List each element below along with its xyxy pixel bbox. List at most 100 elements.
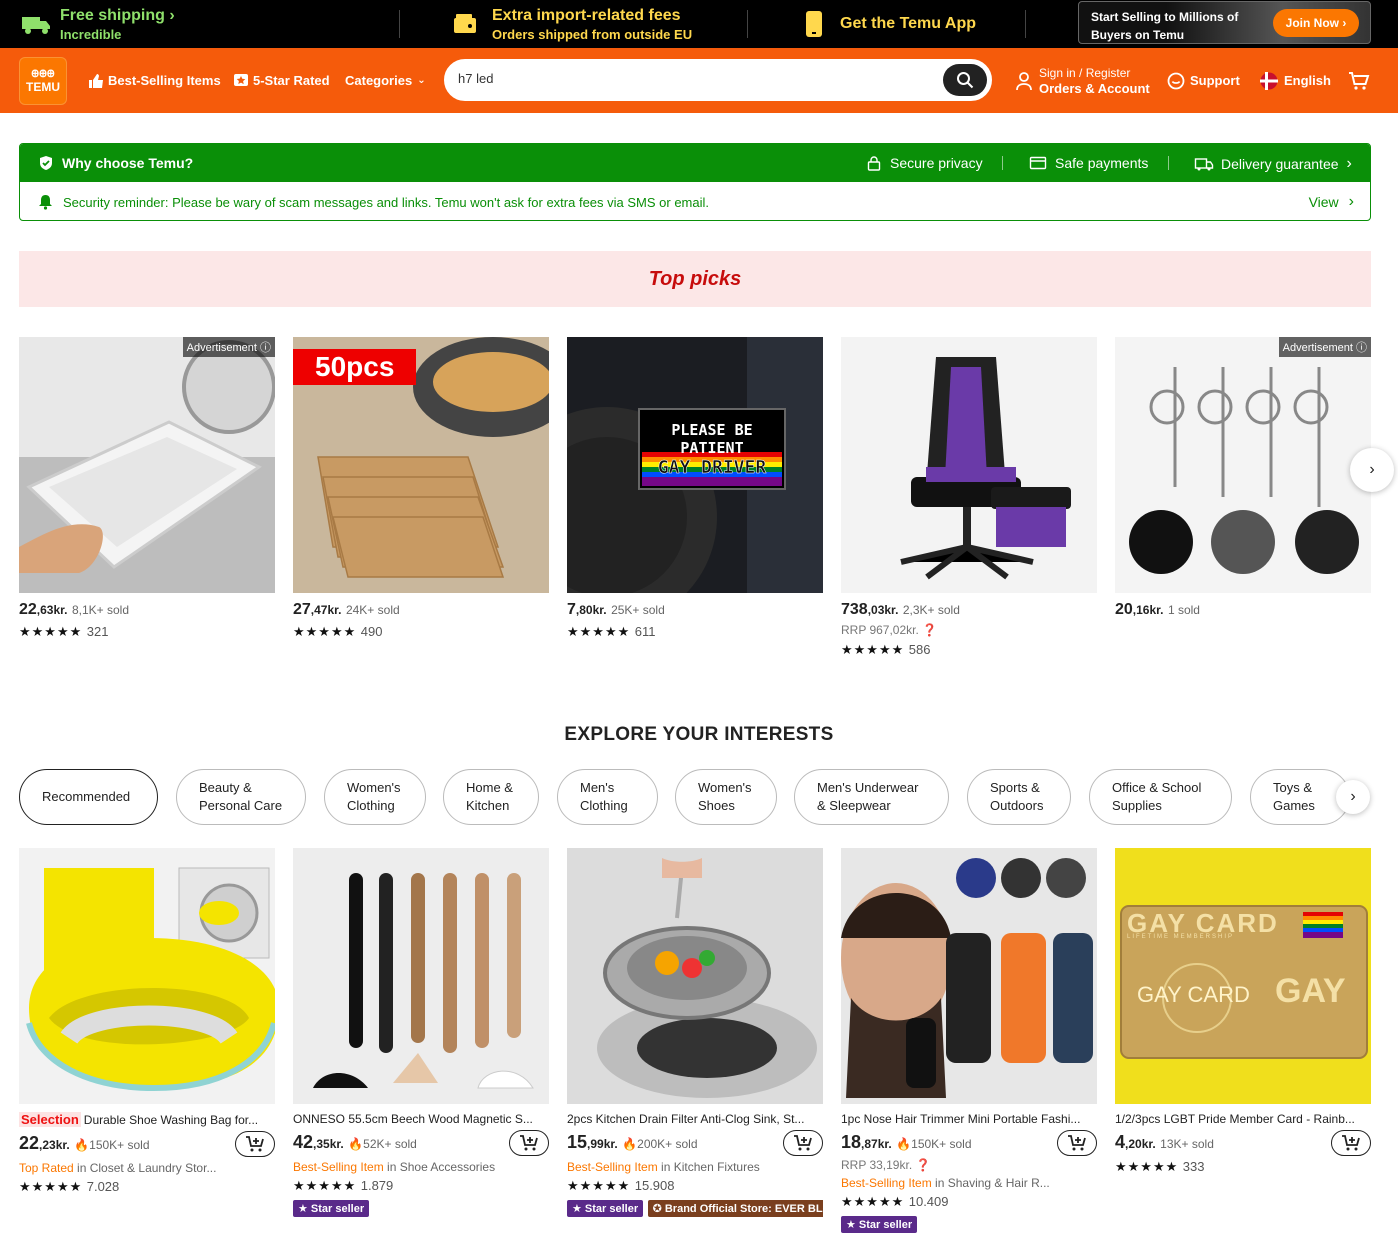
product-card[interactable]: PLEASE BE PATIENT GAY DRIVER 7,80kr. 25K… [567,337,823,641]
product-image[interactable] [293,848,549,1104]
add-to-cart-button[interactable] [1057,1130,1097,1156]
tab-womens-shoes[interactable]: Women's Shoes [675,769,777,825]
tab-label: Men's Underwear [817,780,919,795]
category-rank[interactable]: Best-Selling Item in Kitchen Fixtures [567,1160,823,1174]
star-rating: ★★★★★ [293,1178,357,1193]
badge-text: Star seller [858,1219,913,1231]
tab-toys-games[interactable]: Toys & Games [1250,769,1350,825]
tab-label: Sports & [990,780,1040,795]
review-count: 321 [86,624,109,639]
category-rank[interactable]: Top Rated in Closet & Laundry Stor... [19,1161,275,1175]
price: 42,35kr. [293,1132,344,1152]
tab-mens-underwear[interactable]: Men's Underwear & Sleepwear [794,769,949,825]
price-dec: ,63kr. [36,603,68,617]
star-rating: ★★★★★ [19,1179,83,1194]
card-subtitle: LIFETIME MEMBERSHIP [1127,934,1235,940]
sticker-text-1: PLEASE BE PATIENT [671,421,753,457]
rating: ★★★★★ 321 [19,623,275,641]
rrp-text: RRP 33,19kr. [841,1158,913,1172]
import-fees-promo[interactable]: Extra import-related fees Orders shipped… [452,0,692,48]
divider [1002,156,1003,170]
main-header: ꚚꚚꚚ TEMU Best-Selling Items 5-Star Rated… [0,48,1398,113]
get-app-promo[interactable]: Get the Temu App [804,0,976,48]
support-link[interactable]: Support [1167,48,1240,113]
add-to-cart-button[interactable] [235,1131,275,1157]
add-to-cart-button[interactable] [1331,1130,1371,1156]
category-rank[interactable]: Best-Selling Item in Shoe Accessories [293,1160,549,1174]
price-row: 18,87kr. 🔥150K+ sold [841,1130,1097,1158]
chevron-right-icon: › [1348,193,1354,210]
account-link[interactable]: Sign in / Register Orders & Account [1015,48,1150,113]
price-dec: ,47kr. [310,603,342,617]
product-card[interactable]: Selection Durable Shoe Washing Bag for...… [19,848,275,1196]
tab-recommended[interactable]: Recommended [19,769,158,825]
product-image[interactable]: Advertisement ⓘ [19,337,275,593]
carousel-next-button[interactable]: › [1350,448,1394,492]
price-int: 20 [1115,601,1133,618]
price-dec: ,16kr. [1132,603,1164,617]
product-title[interactable]: 1pc Nose Hair Trimmer Mini Portable Fash… [841,1112,1097,1126]
cart-button[interactable] [1348,48,1370,113]
why-choose-header[interactable]: Why choose Temu? Secure privacy Safe pay… [20,144,1370,182]
join-now-button[interactable]: Join Now › [1273,9,1359,37]
best-selling-link[interactable]: Best-Selling Items [88,48,221,113]
price: 738,03kr. 2,3K+ sold [841,601,1097,619]
rating: ★★★★★ 1.879 [293,1177,549,1195]
five-star-link[interactable]: 5-Star Rated [233,48,330,113]
review-count: 15.908 [634,1178,675,1193]
product-title[interactable]: ONNESO 55.5cm Beech Wood Magnetic S... [293,1112,549,1126]
product-card[interactable]: Advertisement ⓘ 20,16kr. 1 sold [1115,337,1371,619]
product-image[interactable]: Advertisement ⓘ [1115,337,1371,593]
rank-label: Best-Selling Item [293,1160,384,1174]
add-to-cart-button[interactable] [509,1130,549,1156]
product-image[interactable]: GAY CARD LIFETIME MEMBERSHIP GAY CARD GA… [1115,848,1371,1104]
product-image[interactable]: PLEASE BE PATIENT GAY DRIVER [567,337,823,593]
product-image[interactable] [567,848,823,1104]
product-title[interactable]: Durable Shoe Washing Bag for... [84,1113,270,1127]
selection-label: Selection [19,1112,81,1127]
tab-label: Toys & [1273,780,1313,795]
drain-filter-image [567,848,823,1104]
tab-sports[interactable]: Sports & Outdoors [967,769,1071,825]
product-card[interactable]: Advertisement ⓘ 22,63kr. 8,1K+ sold ★★★★… [19,337,275,641]
temu-logo[interactable]: ꚚꚚꚚ TEMU [19,57,67,105]
product-image[interactable] [19,848,275,1104]
product-card[interactable]: 2pcs Kitchen Drain Filter Anti-Clog Sink… [567,848,823,1217]
star-seller-badge: ★ Star seller [567,1200,644,1217]
tabs-next-button[interactable]: › [1336,780,1370,814]
delivery-truck-icon [1194,158,1214,171]
tab-home-kitchen[interactable]: Home & Kitchen [443,769,539,825]
tab-office-school[interactable]: Office & School Supplies [1089,769,1232,825]
product-title[interactable]: 1/2/3pcs LGBT Pride Member Card - Rainb.… [1115,1112,1371,1126]
price-dec: ,87kr. [861,1137,892,1151]
info-icon[interactable]: ❓ [922,623,937,637]
search-input[interactable] [458,71,928,86]
tab-mens-clothing[interactable]: Men's Clothing [557,769,658,825]
info-icon[interactable]: ❓ [916,1158,931,1172]
sold-count: 2,3K+ sold [902,603,960,617]
tab-label: Home & [466,780,513,795]
product-title[interactable]: 2pcs Kitchen Drain Filter Anti-Clog Sink… [567,1112,823,1126]
price-dec: ,03kr. [867,603,899,617]
product-card[interactable]: 738,03kr. 2,3K+ sold RRP 967,02kr. ❓ ★★★… [841,337,1097,659]
product-card[interactable]: 1pc Nose Hair Trimmer Mini Portable Fash… [841,848,1097,1233]
sell-on-temu-banner[interactable]: Start Selling to Millions of Buyers on T… [1078,1,1371,44]
add-to-cart-button[interactable] [783,1130,823,1156]
product-card[interactable]: 50pcs 27,47kr. 24K+ sold ★★★★★ 490 [293,337,549,641]
tab-beauty[interactable]: Beauty & Personal Care [176,769,306,825]
tab-label: Recommended [42,789,131,804]
categories-menu[interactable]: Categories ⌄ [345,48,426,113]
product-card[interactable]: ONNESO 55.5cm Beech Wood Magnetic S... 4… [293,848,549,1217]
product-image[interactable]: 50pcs [293,337,549,593]
category-rank[interactable]: Best-Selling Item in Shaving & Hair R... [841,1176,1097,1190]
product-image[interactable] [841,848,1097,1104]
view-link[interactable]: View › [1309,193,1354,211]
star-rating: ★★★★★ [567,624,631,639]
tab-label: Outdoors [990,798,1044,813]
search-button[interactable] [943,64,987,96]
tab-womens-clothing[interactable]: Women's Clothing [324,769,426,825]
product-image[interactable] [841,337,1097,593]
free-shipping-promo[interactable]: Free shipping › Incredible [20,0,175,48]
language-selector[interactable]: English [1260,48,1331,113]
product-card[interactable]: GAY CARD LIFETIME MEMBERSHIP GAY CARD GA… [1115,848,1371,1176]
